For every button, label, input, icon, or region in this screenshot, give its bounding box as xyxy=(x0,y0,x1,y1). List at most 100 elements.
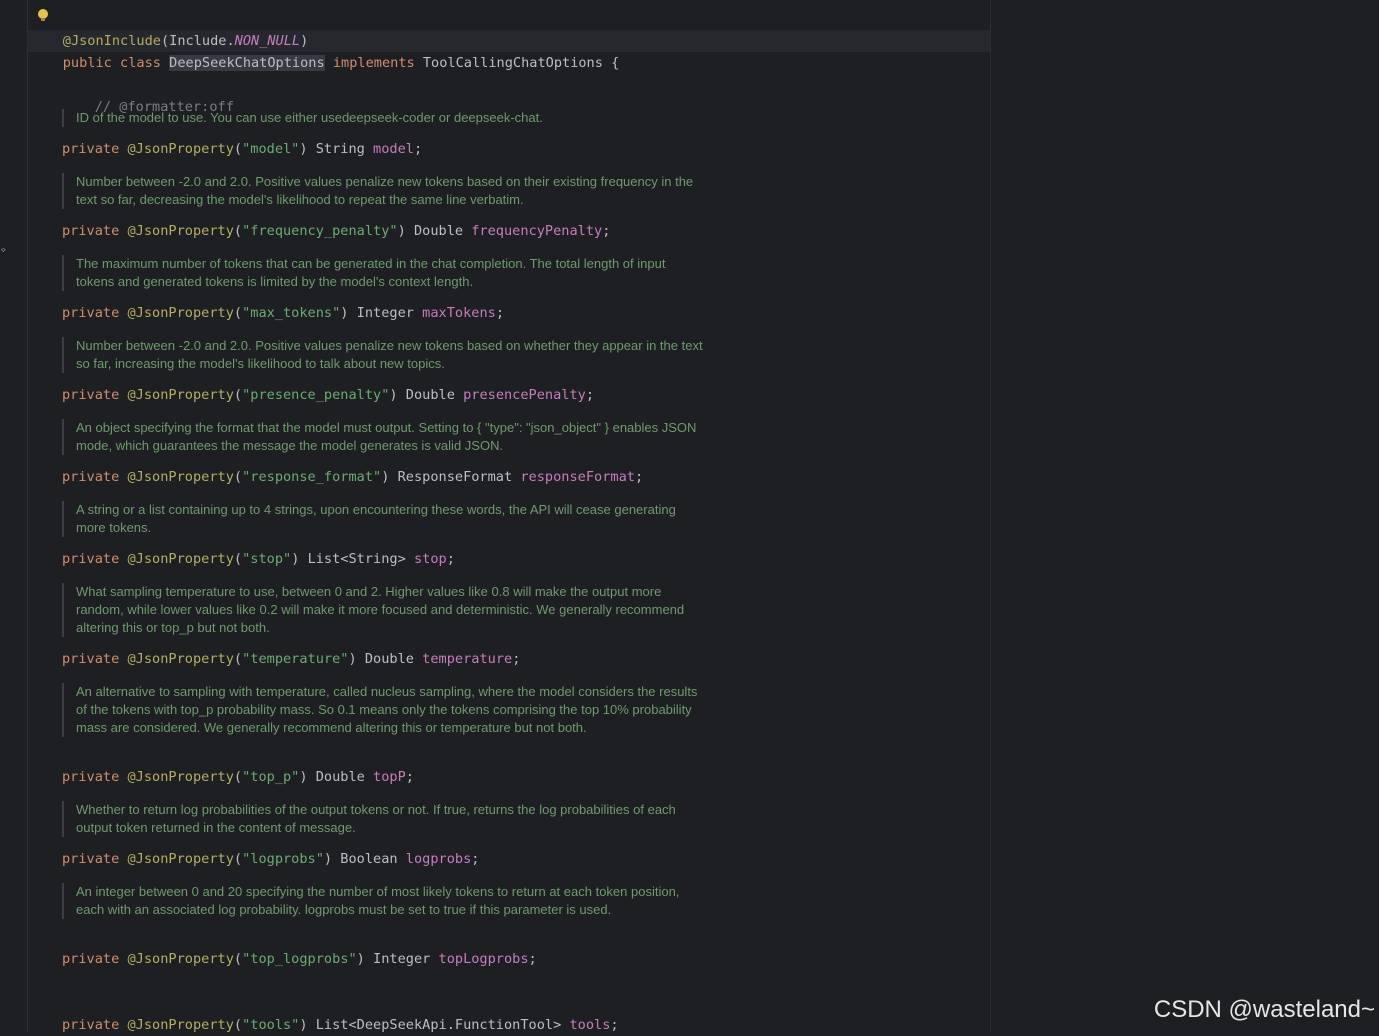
punctuation: ; xyxy=(610,1017,619,1033)
json-property-annotation: @JsonProperty xyxy=(127,551,234,567)
punctuation: ; xyxy=(585,387,595,403)
punctuation: ; xyxy=(471,851,480,867)
interface-name: ToolCallingChatOptions xyxy=(422,55,603,71)
field-name: tools xyxy=(569,1017,611,1033)
punctuation: ( xyxy=(233,951,243,967)
keyword-private: private xyxy=(62,387,120,403)
punctuation: ; xyxy=(602,223,611,239)
code-line-class-declaration[interactable]: public class DeepSeekChatOptions impleme… xyxy=(30,30,619,71)
code-line-field-declaration[interactable]: private @JsonProperty("model") String mo… xyxy=(62,138,422,160)
bookmark-icon[interactable]: ⌔ xyxy=(0,244,7,257)
json-key-string: "model" xyxy=(242,141,300,157)
keyword-private: private xyxy=(62,1017,120,1033)
punctuation: ; xyxy=(634,469,644,485)
punctuation xyxy=(455,387,463,403)
json-property-annotation: @JsonProperty xyxy=(127,851,234,867)
keyword-private: private xyxy=(62,305,120,321)
punctuation xyxy=(430,951,438,967)
keyword-private: private xyxy=(62,769,120,785)
javadoc-comment: An alternative to sampling with temperat… xyxy=(62,683,706,737)
keyword-private: private xyxy=(62,551,120,567)
code-line-field-declaration[interactable]: private @JsonProperty("presence_penalty"… xyxy=(62,384,594,406)
json-property-annotation: @JsonProperty xyxy=(127,141,234,157)
code-line-field-declaration[interactable]: private @JsonProperty("logprobs") Boolea… xyxy=(62,848,479,870)
field-name: model xyxy=(373,141,414,157)
open-brace: { xyxy=(611,55,620,71)
punctuation: ; xyxy=(405,769,414,785)
editor-gutter[interactable]: ⌔ xyxy=(0,0,28,1032)
field-type: List<String> xyxy=(307,551,406,567)
punctuation: ; xyxy=(413,141,423,157)
code-line-field-declaration[interactable]: private @JsonProperty("top_p") Double to… xyxy=(62,766,414,788)
punctuation xyxy=(414,305,422,321)
code-line-field-declaration[interactable]: private @JsonProperty("top_logprobs") In… xyxy=(62,948,537,970)
keyword-private: private xyxy=(62,469,120,485)
json-key-string: "response_format" xyxy=(242,469,382,485)
punctuation: ( xyxy=(233,223,243,239)
json-property-annotation: @JsonProperty xyxy=(127,223,234,239)
code-line-field-declaration[interactable]: private @JsonProperty("frequency_penalty… xyxy=(62,220,610,242)
punctuation: ( xyxy=(233,469,243,485)
code-line-annotation[interactable]: @JsonInclude(Include.NON_NULL) xyxy=(30,8,309,49)
field-type: Double xyxy=(315,769,365,785)
punctuation: ; xyxy=(512,651,521,667)
code-line-formatter-comment[interactable]: // @formatter:off xyxy=(62,74,234,115)
json-key-string: "presence_penalty" xyxy=(242,387,390,403)
field-name: frequencyPenalty xyxy=(471,223,603,239)
punctuation: ; xyxy=(446,551,455,567)
javadoc-comment: An object specifying the format that the… xyxy=(62,419,706,455)
field-name: temperature xyxy=(422,651,513,667)
field-type: Double xyxy=(405,387,455,403)
json-key-string: "top_p" xyxy=(242,769,300,785)
keyword-implements: implements xyxy=(332,55,415,71)
keyword-public: public xyxy=(62,55,112,71)
punctuation: ) xyxy=(389,387,406,403)
json-key-string: "temperature" xyxy=(242,651,349,667)
code-line-field-declaration[interactable]: private @JsonProperty("temperature") Dou… xyxy=(62,648,520,670)
punctuation: ) xyxy=(356,951,374,967)
punctuation xyxy=(365,769,373,785)
punctuation xyxy=(414,651,422,667)
punctuation: ; xyxy=(528,951,537,967)
field-type: Integer xyxy=(373,951,431,967)
punctuation xyxy=(398,851,406,867)
punctuation: ) xyxy=(299,141,316,157)
json-property-annotation: @JsonProperty xyxy=(127,651,234,667)
watermark: CSDN @wasteland~ xyxy=(1153,996,1375,1023)
punctuation: ( xyxy=(233,1017,243,1033)
json-property-annotation: @JsonProperty xyxy=(127,305,234,321)
keyword-class: class xyxy=(120,55,161,71)
punctuation xyxy=(406,551,414,567)
punctuation: ( xyxy=(233,651,243,667)
javadoc-comment: A string or a list containing up to 4 st… xyxy=(62,501,706,537)
json-key-string: "tools" xyxy=(242,1017,300,1033)
json-property-annotation: @JsonProperty xyxy=(127,469,234,485)
code-line-field-declaration[interactable]: private @JsonProperty("response_format")… xyxy=(62,466,643,488)
javadoc-comment: Number between -2.0 and 2.0. Positive va… xyxy=(62,173,706,209)
javadoc-comment: What sampling temperature to use, betwee… xyxy=(62,583,706,637)
field-type: Double xyxy=(364,651,414,667)
json-key-string: "frequency_penalty" xyxy=(242,223,398,239)
keyword-private: private xyxy=(62,223,120,239)
field-name: stop xyxy=(413,551,447,567)
code-line-field-declaration[interactable]: private @JsonProperty("tools") List<Deep… xyxy=(62,1014,619,1036)
keyword-private: private xyxy=(62,851,120,867)
field-name: maxTokens xyxy=(422,305,496,321)
javadoc-comment: ID of the model to use. You can use eith… xyxy=(62,109,706,127)
punctuation: ) xyxy=(381,469,398,485)
javadoc-comment: Number between -2.0 and 2.0. Positive va… xyxy=(62,337,706,373)
punctuation: ( xyxy=(233,851,243,867)
punctuation: ) xyxy=(299,1017,316,1033)
punctuation xyxy=(365,141,373,157)
punctuation: ( xyxy=(233,551,243,567)
json-key-string: "stop" xyxy=(242,551,292,567)
field-type: Boolean xyxy=(340,851,398,867)
code-line-field-declaration[interactable]: private @JsonProperty("stop") List<Strin… xyxy=(62,548,455,570)
class-name: DeepSeekChatOptions xyxy=(169,55,325,71)
code-line-field-declaration[interactable]: private @JsonProperty("max_tokens") Inte… xyxy=(62,302,504,324)
field-type: Integer xyxy=(356,305,414,321)
field-name: topP xyxy=(373,769,406,785)
field-name: responseFormat xyxy=(520,469,635,485)
lightbulb-icon[interactable] xyxy=(38,9,48,21)
json-key-string: "max_tokens" xyxy=(242,305,341,321)
